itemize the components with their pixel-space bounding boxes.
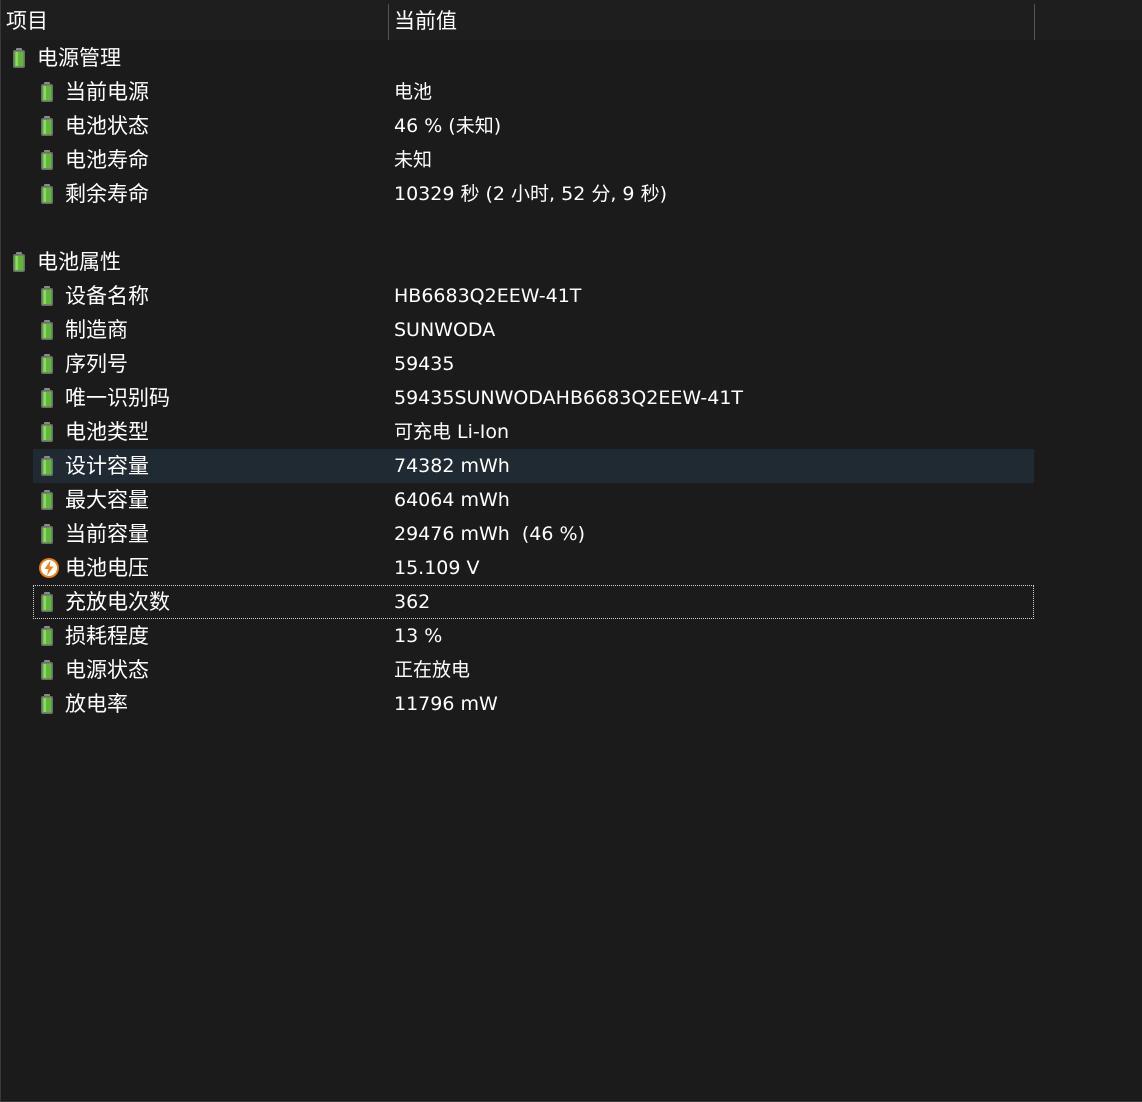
battery-info-panel: 项目 当前值 电源管理 当前电源 电池 电池状态 46 % (未知) 电池寿命 …: [0, 0, 1142, 1102]
item-label: 电池类型: [65, 420, 149, 444]
group-header-power-management[interactable]: 电源管理: [1, 41, 1142, 75]
list-item-focused[interactable]: 充放电次数 362: [1, 585, 1142, 619]
group-title: 电源管理: [37, 46, 121, 70]
list-item[interactable]: 电源状态 正在放电: [1, 653, 1142, 687]
list-item[interactable]: 电池电压 15.109 V: [1, 551, 1142, 585]
battery-icon: [38, 591, 60, 613]
item-value: 362: [394, 591, 431, 613]
item-value: 电池: [394, 81, 433, 103]
list-item[interactable]: 最大容量 64064 mWh: [1, 483, 1142, 517]
battery-icon: [38, 523, 60, 545]
battery-icon: [38, 115, 60, 137]
battery-icon: [38, 183, 60, 205]
item-label: 当前容量: [65, 522, 149, 546]
item-value: HB6683Q2EEW-41T: [394, 285, 582, 307]
list-item[interactable]: 电池类型 可充电 Li-Ion: [1, 415, 1142, 449]
item-label: 制造商: [65, 318, 128, 342]
item-label: 电池寿命: [65, 148, 149, 172]
hover-highlight: [33, 449, 1034, 483]
column-header-empty[interactable]: [1035, 0, 1142, 40]
item-label: 唯一识别码: [65, 386, 170, 410]
item-label: 电池电压: [65, 556, 149, 580]
list-item[interactable]: 制造商 SUNWODA: [1, 313, 1142, 347]
list-item-hovered[interactable]: 设计容量 74382 mWh: [1, 449, 1142, 483]
item-label: 当前电源: [65, 80, 149, 104]
battery-icon: [38, 319, 60, 341]
item-label: 最大容量: [65, 488, 149, 512]
voltage-icon: [38, 557, 60, 579]
list-item[interactable]: 剩余寿命 10329 秒 (2 小时, 52 分, 9 秒): [1, 177, 1142, 211]
item-label: 序列号: [65, 352, 128, 376]
item-value: 13 %: [394, 625, 443, 647]
battery-icon: [38, 693, 60, 715]
item-value: 10329 秒 (2 小时, 52 分, 9 秒): [394, 183, 667, 205]
column-header-value[interactable]: 当前值: [389, 0, 1035, 40]
list-item[interactable]: 电池状态 46 % (未知): [1, 109, 1142, 143]
battery-icon: [38, 455, 60, 477]
item-value: 64064 mWh: [394, 489, 510, 511]
list-item[interactable]: 唯一识别码 59435SUNWODAHB6683Q2EEW-41T: [1, 381, 1142, 415]
battery-icon: [38, 81, 60, 103]
item-label: 电源状态: [65, 658, 149, 682]
list-item[interactable]: 序列号 59435: [1, 347, 1142, 381]
battery-icon: [38, 489, 60, 511]
item-value: 可充电 Li-Ion: [394, 421, 510, 443]
battery-icon: [38, 353, 60, 375]
battery-icon: [38, 659, 60, 681]
list-item[interactable]: 损耗程度 13 %: [1, 619, 1142, 653]
list-item[interactable]: 电池寿命 未知: [1, 143, 1142, 177]
item-value: 未知: [394, 149, 433, 171]
list-item[interactable]: 设备名称 HB6683Q2EEW-41T: [1, 279, 1142, 313]
item-value: SUNWODA: [394, 319, 496, 341]
item-label: 剩余寿命: [65, 182, 149, 206]
battery-icon: [38, 149, 60, 171]
item-label: 设计容量: [65, 454, 149, 478]
item-value: 59435: [394, 353, 455, 375]
item-label: 电池状态: [65, 114, 149, 138]
column-header-item[interactable]: 项目: [1, 0, 389, 40]
battery-icon: [10, 47, 32, 69]
item-value: 正在放电: [394, 659, 471, 681]
item-value: 59435SUNWODAHB6683Q2EEW-41T: [394, 387, 744, 409]
item-label: 设备名称: [65, 284, 149, 308]
battery-icon: [38, 421, 60, 443]
item-label: 放电率: [65, 692, 128, 716]
focus-rectangle: [33, 585, 1034, 619]
list-item[interactable]: 当前电源 电池: [1, 75, 1142, 109]
item-value: 15.109 V: [394, 557, 480, 579]
group-title: 电池属性: [37, 250, 121, 274]
item-value: 11796 mW: [394, 693, 498, 715]
list-item[interactable]: 当前容量 29476 mWh (46 %): [1, 517, 1142, 551]
item-value: 46 % (未知): [394, 115, 502, 137]
item-value: 74382 mWh: [394, 455, 510, 477]
battery-icon: [38, 285, 60, 307]
list-header: 项目 当前值: [1, 0, 1142, 40]
battery-icon: [38, 625, 60, 647]
battery-icon: [10, 251, 32, 273]
item-value: 29476 mWh (46 %): [394, 523, 585, 545]
item-label: 损耗程度: [65, 624, 149, 648]
battery-icon: [38, 387, 60, 409]
list-item[interactable]: 放电率 11796 mW: [1, 687, 1142, 721]
group-header-battery-properties[interactable]: 电池属性: [1, 245, 1142, 279]
item-label: 充放电次数: [65, 590, 170, 614]
